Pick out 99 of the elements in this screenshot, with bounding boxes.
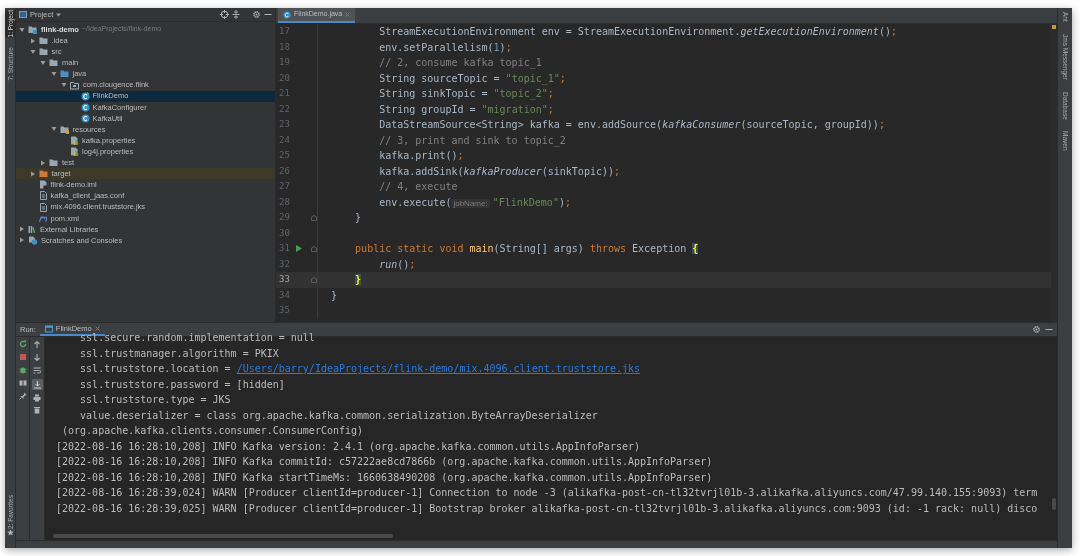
trash-icon[interactable] [33, 406, 41, 414]
expand-arrow-icon[interactable] [40, 159, 46, 166]
console-line: [2022-08-16 16:28:10,208] INFO Kafka version: 2.4.1 (org.apache.kafka.common.utils.AppInfoParser) [56, 439, 641, 454]
code-line: // 2, consume kafka topic_1 [378, 56, 542, 71]
rerun-icon[interactable] [18, 340, 27, 348]
console-line: value.deserializer = class org.apache.kafka.common.serialization.ByteArrayDeserializer [79, 408, 599, 423]
code-line: } [330, 288, 338, 303]
code-line: } [354, 211, 362, 226]
folder-icon [38, 36, 49, 46]
expand-arrow-icon[interactable] [50, 70, 57, 77]
code-line: StreamExecutionEnvironment env = StreamExecutionEnvironment.getExecutionEnvironment(); [378, 25, 897, 40]
line-number: 32 [278, 257, 291, 271]
console-line: [2022-08-16 16:28:39,025] WARN [Producer clientId=producer-1] Bootstrap broker alikafka-post-cn-tl32tvrjl01b-3.alikafka.aliyuncs.com:9093 (id: -1 rack: null) disco [56, 501, 1039, 516]
line-number: 20 [278, 71, 291, 85]
line-number: 33 [278, 273, 291, 286]
line-number: 22 [278, 102, 291, 116]
settings-icon[interactable] [252, 10, 261, 19]
run-class-icon [80, 91, 90, 101]
settings-icon[interactable] [1032, 325, 1041, 334]
code-line: env.setParallelism(1); [378, 40, 512, 55]
console-line: [2022-08-16 16:28:10,208] INFO Kafka startTimeMs: 1660638490208 (org.apache.kafka.common.utils.AppInfoParser) [56, 470, 714, 485]
star-icon [6, 529, 14, 536]
folder-icon [38, 169, 49, 179]
code-line: run(); [378, 257, 416, 272]
file-link[interactable]: /Users/barry/IdeaProjects/flink-demo/mix.4096.client.truststore.jks [236, 363, 640, 374]
run-icon[interactable] [295, 245, 302, 253]
module-file-icon [38, 180, 48, 190]
stop-icon[interactable] [18, 353, 27, 361]
line-number: 30 [278, 226, 291, 240]
line-number: 31 [278, 242, 291, 255]
package-folder-icon [70, 80, 80, 90]
console-icon [44, 324, 53, 333]
line-number: 28 [278, 195, 291, 209]
code-line: public static void main(String[] args) throws Exception { [354, 242, 699, 257]
expand-arrow-icon[interactable] [29, 170, 36, 177]
folder-icon [59, 69, 70, 79]
expand-arrow-icon[interactable] [19, 226, 25, 233]
libraries-icon [28, 224, 37, 234]
pin-icon[interactable] [18, 392, 27, 400]
expand-arrow-icon[interactable] [61, 82, 67, 88]
fold-marker-icon[interactable] [311, 276, 317, 283]
code-line: env.execute( jobName: "FlinkDemo"); [378, 195, 571, 210]
expand-arrow-icon[interactable] [19, 237, 25, 244]
line-number: 27 [278, 180, 291, 193]
line-number: 25 [278, 149, 291, 162]
file-icon [38, 191, 48, 201]
code-line: String groupId = "migration"; [378, 102, 554, 117]
code-line: String sinkTopic = "topic_2"; [378, 87, 554, 102]
project-icon [19, 11, 27, 18]
bug-icon[interactable] [18, 366, 27, 374]
expand-arrow-icon[interactable] [29, 37, 36, 44]
expand-arrow-icon[interactable] [50, 126, 57, 133]
locate-icon[interactable] [220, 10, 229, 19]
scratches-icon [28, 235, 38, 245]
close-icon[interactable] [94, 326, 100, 331]
console-line: (org.apache.kafka.clients.consumer.ConsumerConfig) [61, 424, 365, 438]
code-line: String sourceTopic = "topic_1"; [378, 71, 566, 86]
class-icon [283, 10, 291, 19]
scroll-to-end-icon[interactable] [31, 379, 43, 390]
code-line: kafka.addSink(kafkaProducer(sinkTopic)); [378, 164, 621, 179]
code-line: kafka.print(); [378, 149, 464, 164]
properties-file-icon [70, 147, 79, 157]
code-line: // 3, print and sink to topic_2 [378, 133, 566, 148]
line-number: 21 [278, 87, 291, 100]
file-icon [38, 202, 48, 212]
properties-file-icon [70, 136, 79, 145]
line-number: 23 [278, 118, 291, 131]
folder-icon [38, 47, 49, 57]
line-number: 29 [278, 211, 291, 224]
expand-arrow-icon[interactable] [40, 59, 46, 66]
collapse-icon[interactable] [232, 10, 240, 19]
line-number: 18 [278, 40, 291, 54]
console-line: ssl.truststore.password = [hidden] [79, 377, 286, 392]
expand-arrow-icon[interactable] [29, 48, 36, 55]
folder-icon [49, 58, 59, 68]
console-line: ssl.trustmanager.algorithm = PKIX [79, 346, 280, 361]
code-line: // 4, execute [378, 180, 458, 195]
up-arrow-icon[interactable] [33, 340, 41, 349]
fold-marker-icon[interactable] [311, 214, 317, 221]
print-icon[interactable] [33, 394, 41, 402]
line-number: 17 [278, 25, 291, 38]
expand-arrow-icon[interactable] [19, 26, 25, 33]
line-number: 24 [278, 133, 291, 147]
resources-folder-icon [59, 124, 70, 134]
code-line: DataStreamSource<String> kafka = env.addSource(kafkaConsumer(sourceTopic, groupId)); [378, 118, 885, 133]
caret-icon [56, 12, 62, 17]
down-arrow-icon[interactable] [33, 353, 41, 362]
console-line: ssl.truststore.type = JKS [79, 393, 232, 407]
layout-icon[interactable] [18, 379, 27, 387]
console-line: ssl.truststore.location = /Users/barry/IdeaProjects/flink-demo/mix.4096.client.truststore.jks [79, 362, 641, 376]
module-folder-icon [28, 25, 38, 35]
soft-wrap-icon[interactable] [33, 366, 41, 375]
maven-icon [38, 213, 48, 223]
console-line: [2022-08-16 16:28:10,208] INFO Kafka commitId: c57222ae8cd7866b (org.apache.kafka.common.utils.AppInfoParser) [56, 455, 714, 469]
class-icon [80, 102, 90, 112]
console-line: [2022-08-16 16:28:39,024] WARN [Producer clientId=producer-1] Connection to node -3 (alikafka-post-cn-tl32tvrjl01b-3.alikafka.aliyuncs.com/47.99.140.155:9093) term [56, 486, 1039, 500]
line-number: 26 [278, 164, 291, 178]
class-icon [80, 113, 90, 123]
fold-marker-icon[interactable] [311, 245, 317, 252]
